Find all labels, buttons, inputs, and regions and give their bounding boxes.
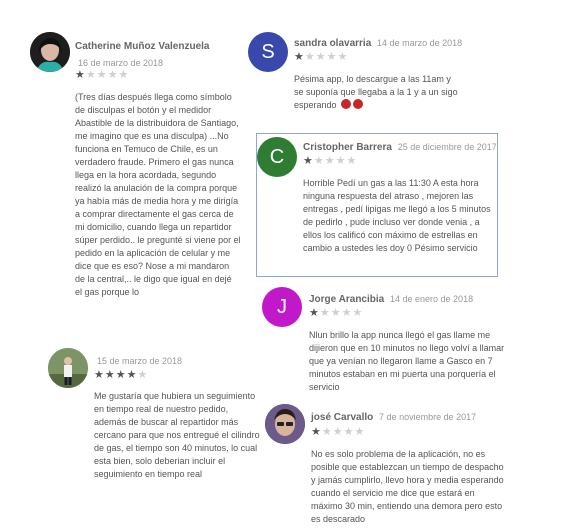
star-icon: ★ bbox=[75, 69, 85, 81]
review-text: (Tres días después llega como símbolo de… bbox=[75, 92, 241, 297]
review-date: 16 de marzo de 2018 bbox=[78, 58, 164, 68]
star-rating: ★ ★ ★ ★ ★ bbox=[294, 52, 347, 63]
star-icon: ★ bbox=[304, 51, 315, 63]
angry-face-icon bbox=[353, 99, 364, 109]
star-icon: ★ bbox=[104, 369, 115, 381]
star-icon: ★ bbox=[294, 51, 304, 63]
star-icon: ★ bbox=[107, 69, 118, 81]
reviewer-name-text: Jorge Arancibia bbox=[309, 294, 385, 305]
star-icon: ★ bbox=[346, 155, 357, 167]
star-rating: ★ ★ ★ ★ ★ bbox=[309, 308, 362, 319]
user-photo-icon bbox=[30, 32, 70, 72]
review-date: 14 de marzo de 2018 bbox=[377, 38, 463, 48]
user-photo-icon bbox=[48, 348, 88, 388]
star-icon: ★ bbox=[319, 307, 330, 319]
reviewer-name-text: sandra olavarria bbox=[294, 38, 372, 49]
angry-face-icon bbox=[341, 99, 352, 109]
review-text-block: Pésima app, lo descargue a las 11am y se… bbox=[294, 73, 460, 112]
star-icon: ★ bbox=[118, 69, 129, 81]
reviewer-name-text: Cristopher Barrera bbox=[303, 142, 392, 153]
star-rating: ★ ★ ★ ★ ★ bbox=[75, 70, 128, 81]
star-icon: ★ bbox=[352, 307, 363, 319]
reviewer-name: josé Carvallo 7 de noviembre de 2017 bbox=[311, 412, 476, 423]
reviewer-name: sandra olavarria 14 de marzo de 2018 bbox=[294, 38, 462, 49]
avatar[interactable] bbox=[48, 348, 88, 388]
star-icon: ★ bbox=[332, 426, 343, 438]
user-photo-icon bbox=[265, 404, 305, 444]
review-text: Horrible Pedí un gas a las 11:30 A esta … bbox=[303, 178, 491, 253]
star-icon: ★ bbox=[321, 426, 332, 438]
star-icon: ★ bbox=[324, 155, 335, 167]
star-rating: ★ ★ ★ ★ ★ bbox=[94, 370, 147, 381]
star-icon: ★ bbox=[115, 369, 126, 381]
review-text: Pésima app, lo descargue a las 11am y se… bbox=[294, 74, 458, 110]
star-icon: ★ bbox=[343, 426, 354, 438]
review-text: Me gustaría que hubiera un seguimiento e… bbox=[94, 391, 260, 479]
star-icon: ★ bbox=[313, 155, 324, 167]
star-icon: ★ bbox=[309, 307, 319, 319]
avatar[interactable]: J bbox=[262, 287, 302, 327]
star-icon: ★ bbox=[335, 155, 346, 167]
review-date: 14 de enero de 2018 bbox=[390, 294, 474, 304]
star-rating: ★ ★ ★ ★ ★ bbox=[303, 156, 356, 167]
star-icon: ★ bbox=[341, 307, 352, 319]
star-icon: ★ bbox=[330, 307, 341, 319]
review-text: Nlun brillo la app nunca llegó el gas ll… bbox=[309, 330, 505, 392]
star-icon: ★ bbox=[326, 51, 337, 63]
avatar[interactable]: S bbox=[248, 32, 288, 72]
reviewer-name: Cristopher Barrera 25 de diciembre de 20… bbox=[303, 142, 497, 153]
star-icon: ★ bbox=[337, 51, 348, 63]
reviewer-name-text: josé Carvallo bbox=[311, 412, 374, 423]
star-icon: ★ bbox=[354, 426, 365, 438]
star-icon: ★ bbox=[137, 369, 148, 381]
avatar[interactable]: C bbox=[257, 137, 297, 177]
review-date: 25 de diciembre de 2017 bbox=[397, 142, 497, 152]
review-date: 15 de marzo de 2018 bbox=[97, 356, 183, 366]
avatar[interactable] bbox=[265, 404, 305, 444]
star-icon: ★ bbox=[85, 69, 96, 81]
star-icon: ★ bbox=[126, 369, 137, 381]
review-text: No es solo problema de la aplicación, no… bbox=[311, 449, 504, 524]
star-rating: ★ ★ ★ ★ ★ bbox=[311, 427, 364, 438]
reviewer-name: Catherine Muñoz Valenzuela bbox=[75, 41, 210, 52]
star-icon: ★ bbox=[94, 369, 104, 381]
star-icon: ★ bbox=[311, 426, 321, 438]
star-icon: ★ bbox=[96, 69, 107, 81]
star-icon: ★ bbox=[303, 155, 313, 167]
reviewer-name: Jorge Arancibia 14 de enero de 2018 bbox=[309, 294, 473, 305]
avatar[interactable] bbox=[30, 32, 70, 72]
review-date: 7 de noviembre de 2017 bbox=[379, 412, 477, 422]
star-icon: ★ bbox=[315, 51, 326, 63]
